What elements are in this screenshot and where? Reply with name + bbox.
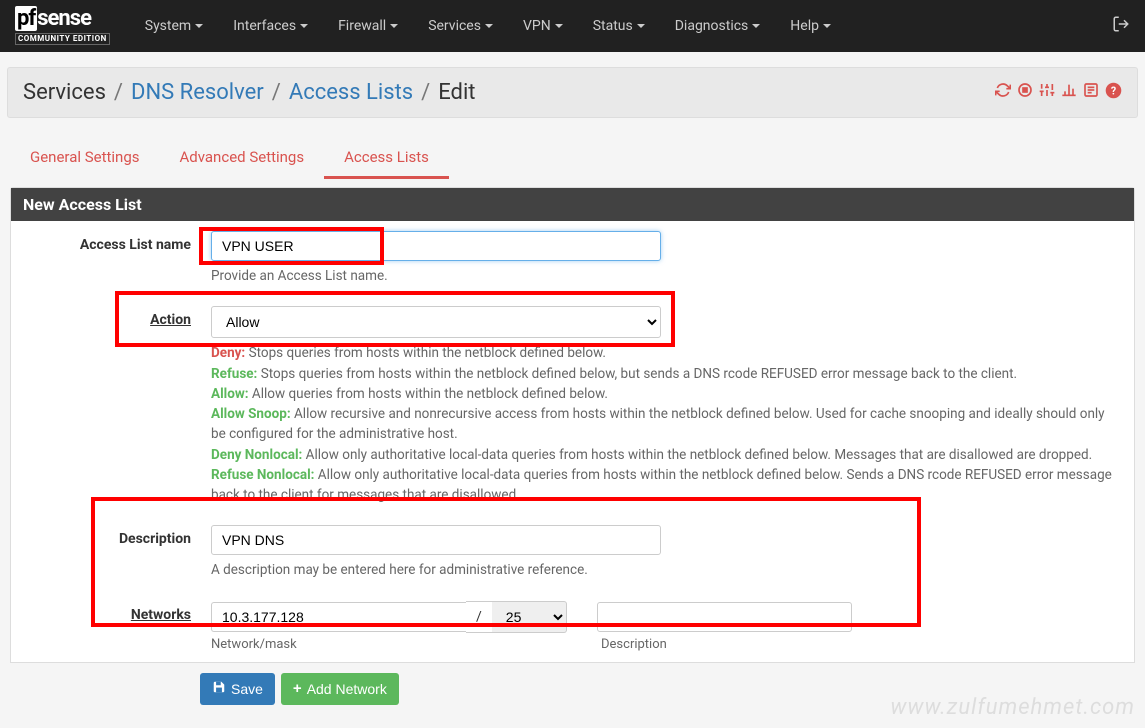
select-mask[interactable]: 25 xyxy=(492,601,567,633)
top-navbar: pfsense COMMUNITY EDITION System Interfa… xyxy=(0,0,1145,52)
help-description: A description may be entered here for ad… xyxy=(211,560,1119,580)
help-acl-name: Provide an Access List name. xyxy=(211,266,1119,286)
logout-icon[interactable] xyxy=(1112,15,1130,38)
breadcrumb-edit: Edit xyxy=(438,80,475,105)
sublabel-network-mask: Network/mask xyxy=(211,637,601,652)
nav-system[interactable]: System xyxy=(145,18,203,34)
log-icon[interactable] xyxy=(1083,82,1099,103)
input-description[interactable] xyxy=(211,525,661,555)
panel-title: New Access List xyxy=(11,188,1134,221)
svg-text:?: ? xyxy=(1111,84,1116,97)
nav-firewall[interactable]: Firewall xyxy=(338,18,398,34)
input-network[interactable] xyxy=(211,602,466,632)
stop-icon[interactable] xyxy=(1017,82,1033,103)
save-icon xyxy=(212,680,226,698)
label-action: Action xyxy=(11,306,211,505)
caret-icon xyxy=(752,24,760,28)
caret-icon xyxy=(300,24,308,28)
input-acl-name[interactable] xyxy=(211,231,661,261)
caret-icon xyxy=(637,24,645,28)
plus-icon: + xyxy=(293,680,302,697)
watermark: www.zulfumehmet.com xyxy=(890,695,1135,720)
panel-new-access-list: New Access List Access List name Provide… xyxy=(10,187,1135,663)
help-action: Deny: Stops queries from hosts within th… xyxy=(211,343,1119,505)
tab-general[interactable]: General Settings xyxy=(10,138,160,179)
caret-icon xyxy=(485,24,493,28)
nav-status[interactable]: Status xyxy=(593,18,645,34)
page-action-icons: ? xyxy=(995,82,1122,104)
caret-icon xyxy=(195,24,203,28)
caret-icon xyxy=(823,24,831,28)
tab-advanced[interactable]: Advanced Settings xyxy=(160,138,325,179)
tab-bar: General Settings Advanced Settings Acces… xyxy=(10,138,1135,179)
nav-menu: System Interfaces Firewall Services VPN … xyxy=(130,18,1112,34)
page-header: Services/ DNS Resolver/ Access Lists/ Ed… xyxy=(7,67,1138,118)
caret-icon xyxy=(555,24,563,28)
mask-separator: / xyxy=(466,601,492,633)
add-network-button[interactable]: + Add Network xyxy=(281,673,399,705)
nav-services[interactable]: Services xyxy=(428,18,493,34)
input-network-description[interactable] xyxy=(597,602,852,632)
nav-help[interactable]: Help xyxy=(790,18,831,34)
nav-diagnostics[interactable]: Diagnostics xyxy=(675,18,761,34)
sliders-icon[interactable] xyxy=(1039,82,1055,103)
nav-interfaces[interactable]: Interfaces xyxy=(233,18,308,34)
label-networks: Networks xyxy=(11,601,211,652)
chart-icon[interactable] xyxy=(1061,82,1077,103)
refresh-icon[interactable] xyxy=(995,82,1011,103)
breadcrumb: Services/ DNS Resolver/ Access Lists/ Ed… xyxy=(23,80,476,105)
breadcrumb-acl[interactable]: Access Lists xyxy=(289,80,413,105)
label-acl-name: Access List name xyxy=(11,231,211,286)
caret-icon xyxy=(390,24,398,28)
nav-vpn[interactable]: VPN xyxy=(523,18,563,34)
save-button[interactable]: Save xyxy=(200,673,275,705)
select-action[interactable]: Allow xyxy=(211,306,661,338)
help-icon[interactable]: ? xyxy=(1105,82,1122,104)
tab-access-lists[interactable]: Access Lists xyxy=(324,138,449,179)
label-description: Description xyxy=(11,525,211,580)
breadcrumb-services: Services xyxy=(23,80,106,105)
breadcrumb-resolver[interactable]: DNS Resolver xyxy=(131,80,264,105)
sublabel-net-description: Description xyxy=(601,637,667,652)
brand-logo[interactable]: pfsense COMMUNITY EDITION xyxy=(15,8,110,45)
